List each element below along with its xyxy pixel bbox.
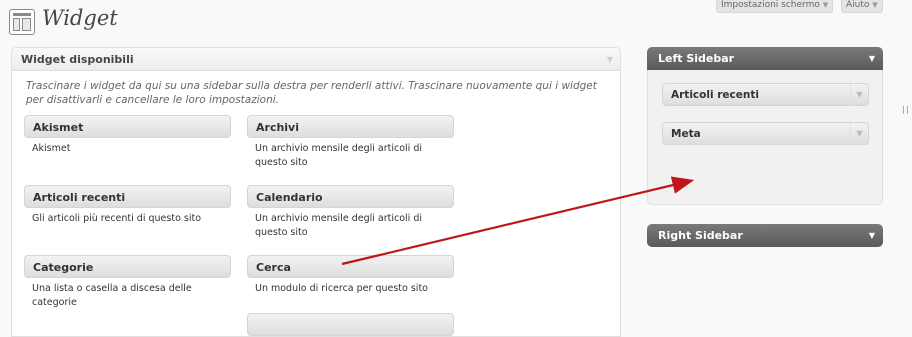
drag-arrow-annotation xyxy=(341,176,695,266)
arrow-line xyxy=(341,176,695,266)
